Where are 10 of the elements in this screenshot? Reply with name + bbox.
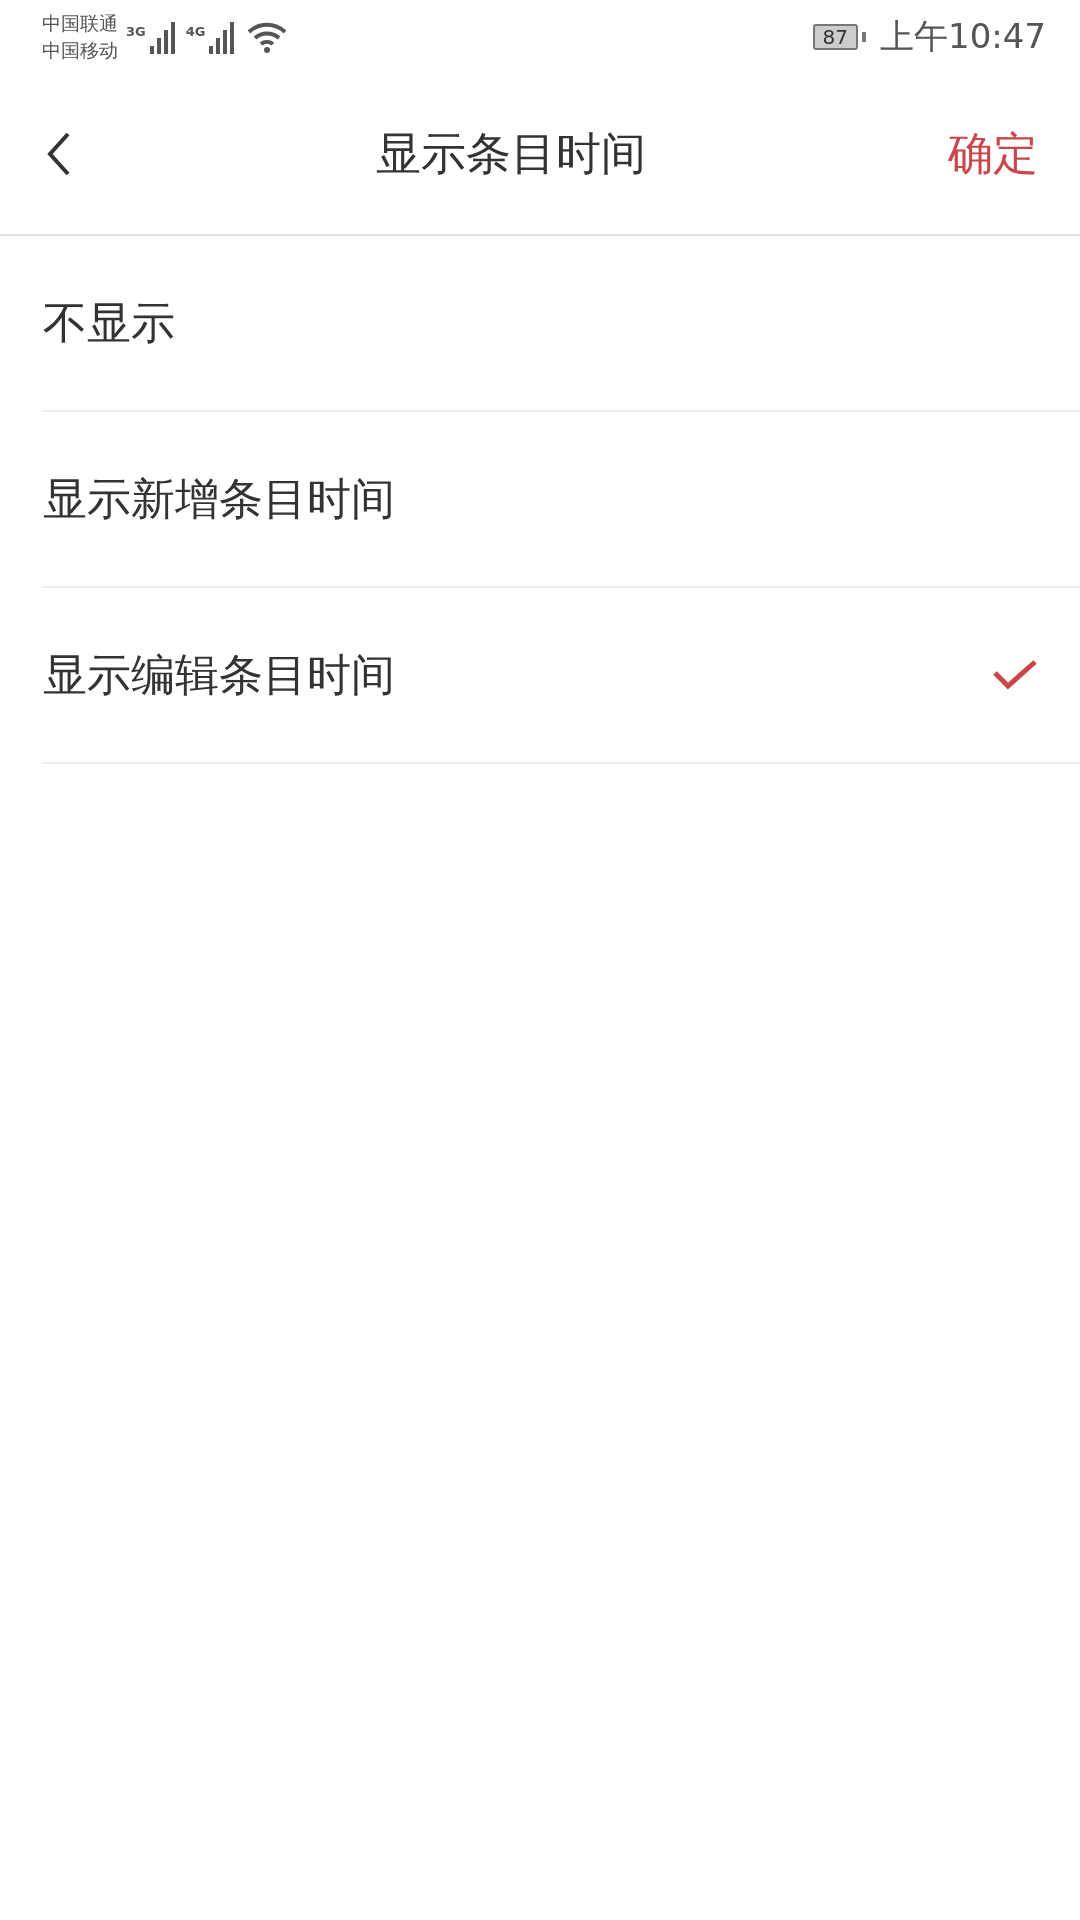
clock: 上午10:47 [880, 15, 1046, 58]
confirm-button[interactable]: 确定 [948, 124, 1038, 184]
carrier-name: 中国联通 [42, 11, 118, 36]
network-type: 4G [185, 24, 206, 39]
wifi-icon [247, 20, 288, 54]
network-type: 3G [126, 24, 146, 39]
page-title: 显示条目时间 [375, 126, 647, 182]
carrier-name: 中国移动 [42, 38, 118, 63]
signal-icon [147, 20, 178, 54]
battery-level: 87 [812, 24, 858, 50]
